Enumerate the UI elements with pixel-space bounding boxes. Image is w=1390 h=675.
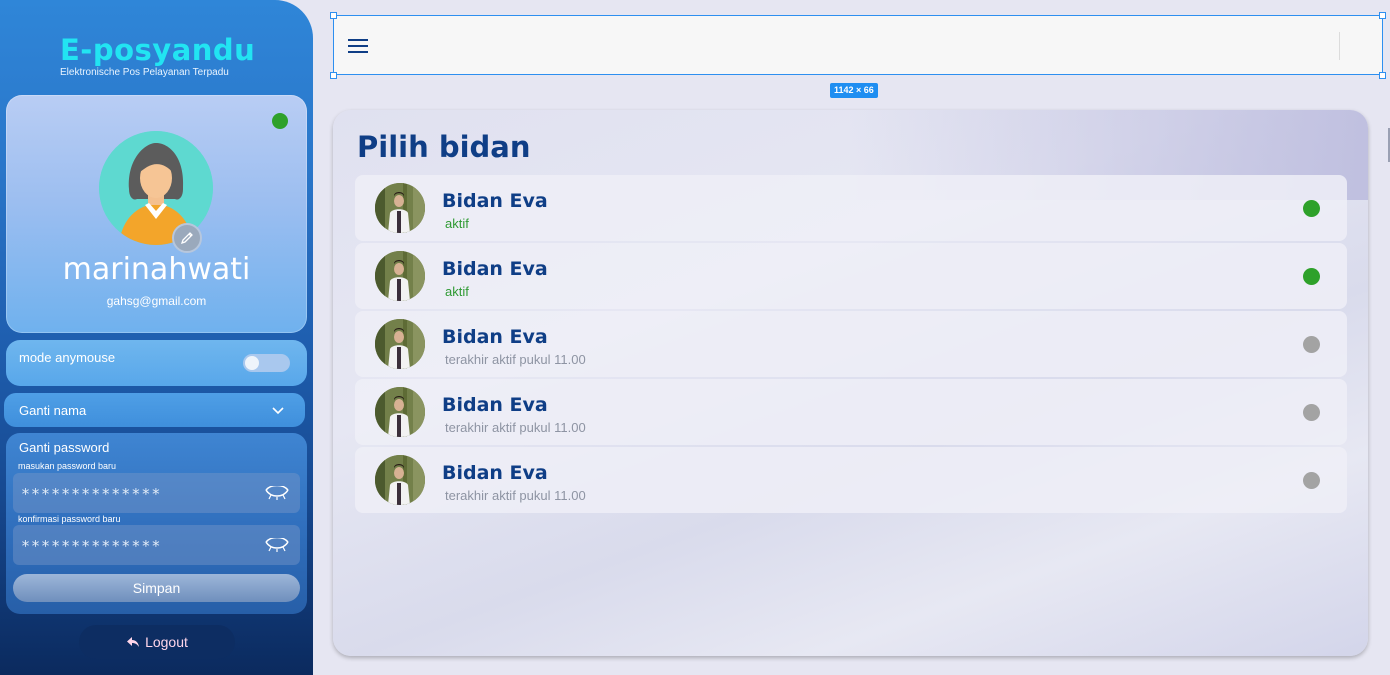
pencil-icon [180,232,193,245]
bidan-avatar [375,387,425,437]
save-password-button[interactable]: Simpan [13,574,300,602]
bidan-status: aktif [445,216,469,231]
status-dot [1303,336,1320,353]
brand-subtitle: Elektronische Pos Pelayanan Terpadu [60,67,229,78]
confirm-password-value: ************** [21,537,162,555]
reply-arrow-icon [127,637,140,647]
change-name-label: Ganti nama [19,403,87,418]
bidan-name: Bidan Eva [442,258,548,280]
bidan-photo [375,183,425,233]
list-item[interactable]: Bidan Eva terakhir aktif pukul 11.00 [355,311,1347,377]
bidan-avatar [375,251,425,301]
bidan-status: aktif [445,284,469,299]
toggle-knob [245,356,259,370]
new-password-field[interactable]: ************** [13,473,300,513]
list-item[interactable]: Bidan Eva terakhir aktif pukul 11.00 [355,447,1347,513]
anonymous-mode-toggle[interactable] [243,354,290,372]
change-password-title: Ganti password [19,440,110,455]
navbar-divider [1339,32,1340,60]
bidan-avatar [375,455,425,505]
online-status-dot [272,113,288,129]
bidan-name: Bidan Eva [442,394,548,416]
bidan-name: Bidan Eva [442,326,548,348]
status-dot [1303,472,1320,489]
confirm-password-label: konfirmasi password baru [18,514,121,524]
logout-label: Logout [145,634,188,650]
eye-closed-icon[interactable] [265,538,289,552]
selection-handle[interactable] [330,72,337,79]
bidan-status: terakhir aktif pukul 11.00 [445,352,586,367]
selection-handle[interactable] [1379,12,1386,19]
dimension-badge: 1142 × 66 [830,83,878,98]
bidan-photo [375,387,425,437]
menu-icon[interactable] [348,38,368,54]
change-password-panel: Ganti password masukan password baru ***… [6,433,307,614]
user-email: gahsg@gmail.com [106,294,207,308]
status-dot [1303,200,1320,217]
new-password-label: masukan password baru [18,461,117,471]
sidebar: E-posyandu Elektronische Pos Pelayanan T… [0,0,313,675]
logout-button[interactable]: Logout [79,625,235,659]
page-title: Pilih bidan [357,130,531,164]
username: marinahwati [62,252,251,287]
bidan-status: terakhir aktif pukul 11.00 [445,420,586,435]
top-navbar [333,15,1383,75]
anonymous-mode-row: mode anymouse [6,340,307,386]
bidan-name: Bidan Eva [442,190,548,212]
bidan-photo [375,319,425,369]
bidan-photo [375,455,425,505]
bidan-photo [375,251,425,301]
selection-handle[interactable] [330,12,337,19]
anonymous-mode-label: mode anymouse [19,350,116,365]
new-password-value: ************** [21,485,162,503]
brand: E-posyandu Elektronische Pos Pelayanan T… [60,34,255,78]
brand-title: E-posyandu [60,33,256,67]
list-item[interactable]: Bidan Eva terakhir aktif pukul 11.00 [355,379,1347,445]
chevron-down-icon [272,407,284,415]
change-name-dropdown[interactable]: Ganti nama [4,393,305,427]
list-item[interactable]: Bidan Eva aktif [355,175,1347,241]
selection-handle[interactable] [1379,72,1386,79]
confirm-password-field[interactable]: ************** [13,525,300,565]
status-dot [1303,268,1320,285]
bidan-name: Bidan Eva [442,462,548,484]
bidan-list: Bidan Eva aktif Bidan Eva aktif Bidan Ev… [355,175,1347,515]
status-dot [1303,404,1320,421]
eye-closed-icon[interactable] [265,486,289,500]
list-item[interactable]: Bidan Eva aktif [355,243,1347,309]
bidan-avatar [375,319,425,369]
bidan-avatar [375,183,425,233]
edit-avatar-button[interactable] [172,223,202,253]
main-panel: Pilih bidan Bidan Eva aktif Bidan Eva ak… [333,110,1368,656]
bidan-status: terakhir aktif pukul 11.00 [445,488,586,503]
profile-card: marinahwati gahsg@gmail.com [6,95,307,333]
